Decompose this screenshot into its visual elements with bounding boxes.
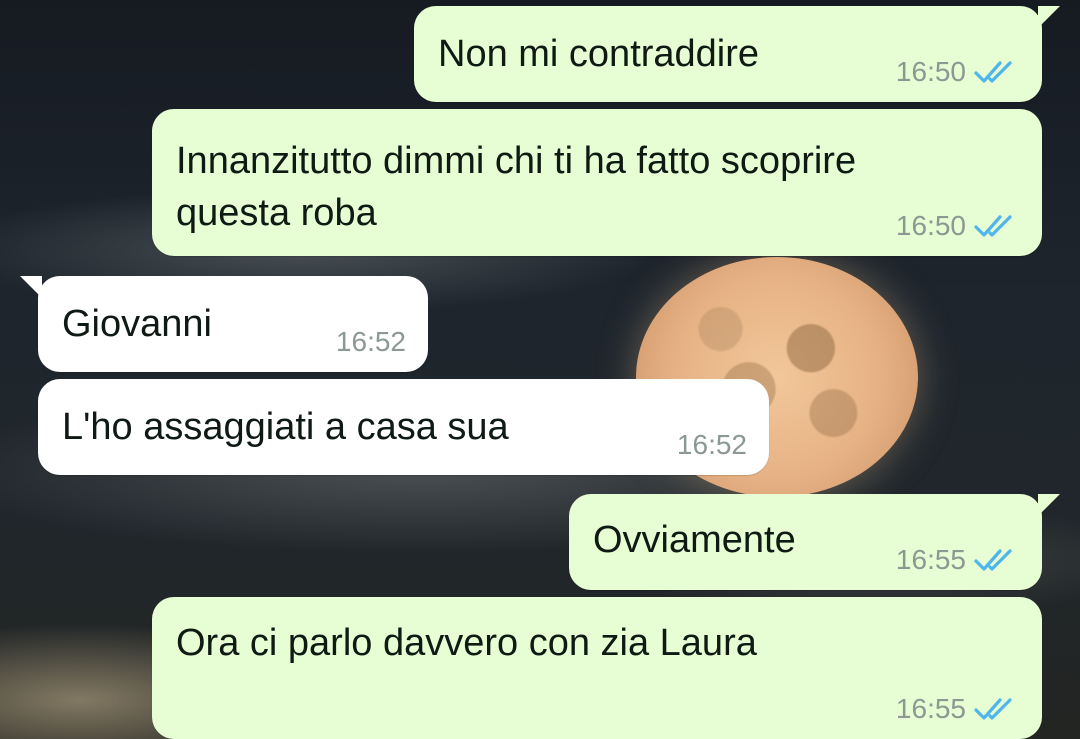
message-list[interactable]: Non mi contraddire 16:50 Innanzitutto di… xyxy=(0,0,1080,739)
message-time: 16:52 xyxy=(335,326,406,357)
incoming-message[interactable]: L'ho assaggiati a casa sua 16:52 xyxy=(38,379,769,475)
double-check-read-icon xyxy=(974,215,1012,237)
outgoing-message[interactable]: Ovviamente 16:55 xyxy=(569,494,1060,590)
message-time: 16:50 xyxy=(895,210,966,241)
double-check-read-icon xyxy=(974,549,1012,571)
message-meta: 16:50 xyxy=(896,56,1020,88)
outgoing-message[interactable]: Innanzitutto dimmi chi ti ha fatto scopr… xyxy=(152,109,1042,256)
message-time: 16:50 xyxy=(895,56,966,87)
message-text: Innanzitutto dimmi chi ti ha fatto scopr… xyxy=(176,140,857,234)
double-check-read-icon xyxy=(974,61,1012,83)
message-meta: 16:55 xyxy=(896,544,1020,576)
message-text: L'ho assaggiati a casa sua xyxy=(62,406,509,448)
message-time: 16:52 xyxy=(676,429,747,460)
message-meta: 16:52 xyxy=(336,326,406,358)
double-check-read-icon xyxy=(974,698,1012,720)
incoming-message[interactable]: Giovanni 16:52 xyxy=(20,276,428,372)
message-text: Ora ci parlo davvero con zia Laura xyxy=(176,622,757,664)
message-time: 16:55 xyxy=(895,693,966,724)
outgoing-message[interactable]: Non mi contraddire 16:50 xyxy=(414,6,1060,102)
outgoing-message[interactable]: Ora ci parlo davvero con zia Laura 16:55 xyxy=(152,597,1042,739)
message-time: 16:55 xyxy=(895,544,966,575)
message-meta: 16:50 xyxy=(896,210,1020,242)
message-meta: 16:55 xyxy=(896,693,1020,725)
message-meta: 16:52 xyxy=(677,429,747,461)
